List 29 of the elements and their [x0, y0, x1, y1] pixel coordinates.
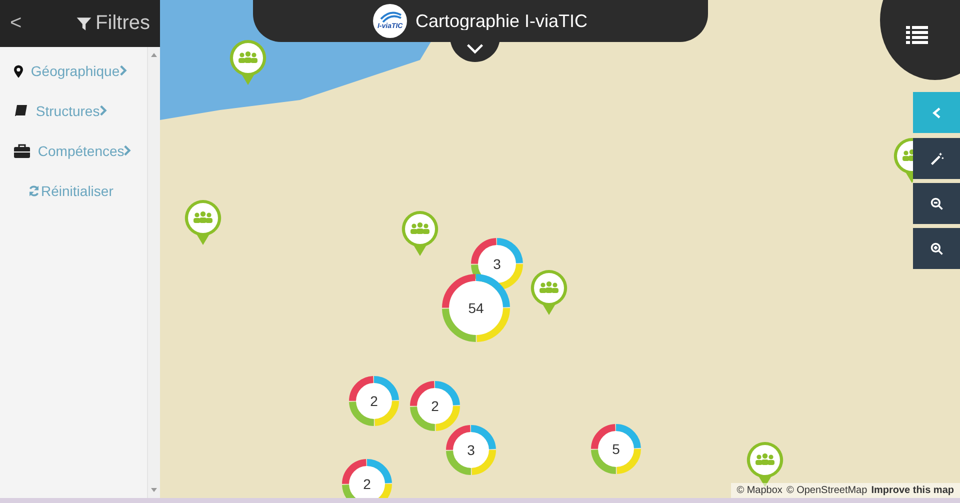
- collapse-button[interactable]: <: [6, 12, 26, 35]
- cluster-marker[interactable]: 54: [442, 274, 510, 342]
- briefcase-icon: [14, 144, 30, 158]
- magic-wand-icon: [930, 152, 944, 166]
- cluster-marker[interactable]: 3: [446, 425, 496, 475]
- chevron-right-icon: [100, 105, 107, 116]
- zoom-out-button[interactable]: [913, 183, 960, 224]
- location-pin-icon: [14, 65, 23, 78]
- cluster-marker[interactable]: 2: [410, 381, 460, 431]
- cluster-marker[interactable]: 2: [342, 459, 392, 498]
- chevron-right-icon: [120, 65, 127, 76]
- zoom-in-button[interactable]: [913, 228, 960, 269]
- attribution-link[interactable]: © Mapbox: [736, 485, 782, 496]
- chevron-left-icon: [932, 106, 941, 118]
- app-title: Cartographie I-viaTIC: [415, 10, 588, 33]
- cluster-marker[interactable]: 5: [591, 424, 641, 474]
- cluster-marker[interactable]: 2: [349, 376, 399, 426]
- chevron-down-icon: [466, 43, 484, 54]
- zoom-in-icon: [930, 242, 944, 256]
- refresh-icon: [28, 185, 40, 197]
- zoom-out-icon: [930, 196, 944, 210]
- improve-map-link[interactable]: Improve this map: [871, 485, 954, 496]
- attribution-link[interactable]: © OpenStreetMap: [786, 485, 868, 496]
- list-icon: [906, 26, 928, 44]
- chevron-right-icon: [124, 145, 132, 156]
- scrollbar[interactable]: [147, 47, 160, 498]
- panel-toggle-button[interactable]: [913, 92, 960, 133]
- sidebar-title: Filtres: [96, 12, 150, 35]
- filter-icon: [76, 16, 92, 32]
